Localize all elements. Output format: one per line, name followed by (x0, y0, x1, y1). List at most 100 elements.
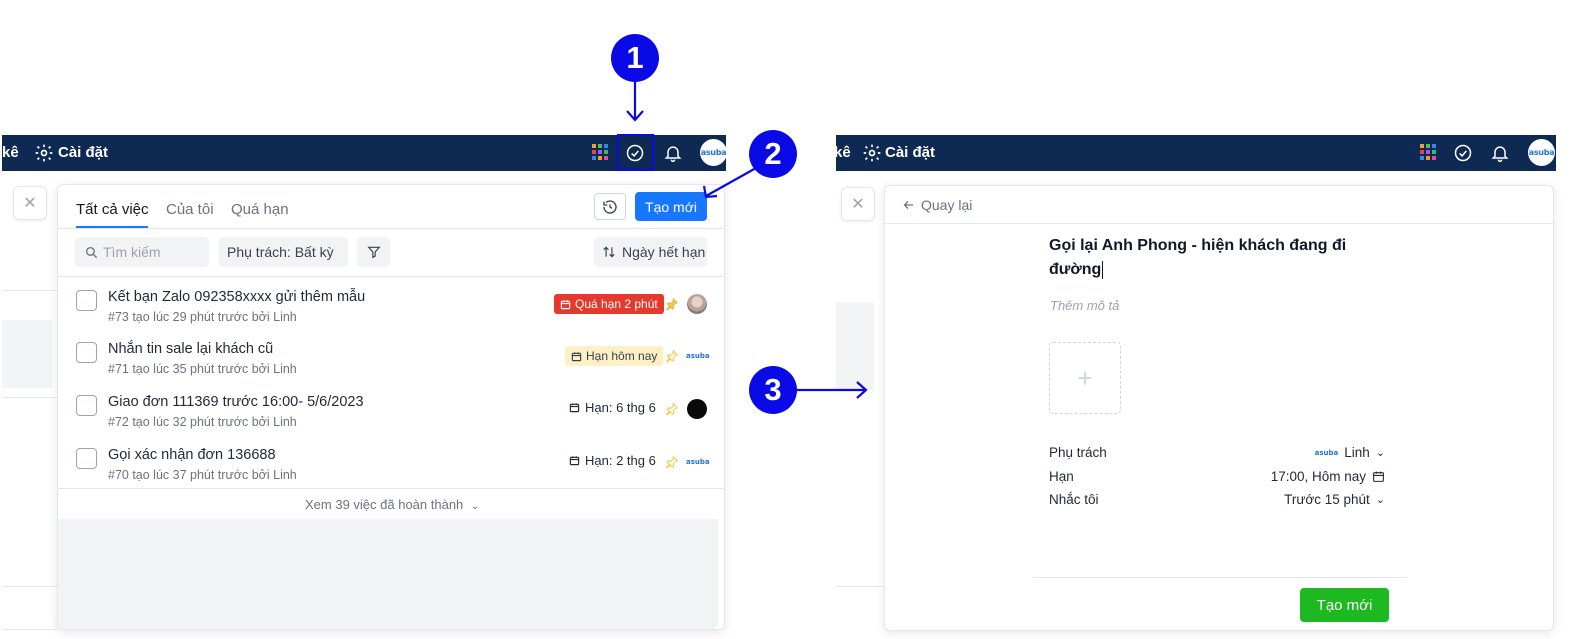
step-marker-1: 1 (611, 34, 659, 82)
task-title[interactable]: Kết bạn Zalo 092358xxxx gửi thêm mẫu (108, 289, 365, 305)
task-panel: Tất cả việc Của tôi Quá hạn Tạo mới Tìm … (57, 184, 725, 630)
bg-card (2, 320, 52, 388)
due-label: Quá hạn 2 phút (575, 297, 658, 311)
task-meta: #70 tạo lúc 37 phút trước bởi Linh (108, 468, 297, 482)
filter-button[interactable] (357, 237, 390, 267)
bg-divider (2, 629, 58, 630)
task-title-input[interactable]: Gọi lại Anh Phong - hiện khách đang đi đ… (1049, 234, 1369, 282)
assignee-select[interactable]: asuba Linh ⌄ (1315, 445, 1385, 460)
assignee-avatar (687, 399, 707, 419)
bell-icon[interactable] (663, 143, 683, 163)
settings-label[interactable]: Cài đặt (885, 135, 935, 171)
task-meta: #71 tạo lúc 35 phút trước bởi Linh (108, 362, 297, 376)
task-row[interactable]: Nhắn tin sale lại khách cũ #71 tạo lúc 3… (58, 333, 724, 385)
create-task-panel: Quay lại Gọi lại Anh Phong - hiện khách … (884, 185, 1554, 631)
nav-partial-label[interactable]: kê (834, 135, 851, 171)
pin-icon[interactable] (665, 455, 679, 469)
task-meta: #73 tạo lúc 29 phút trước bởi Linh (108, 310, 297, 324)
assignee-logo: asuba (1314, 448, 1339, 457)
task-check-icon[interactable] (1453, 143, 1473, 163)
task-row[interactable]: Giao đơn 111369 trước 16:00- 5/6/2023 #7… (58, 386, 724, 438)
completed-tasks-link[interactable]: Xem 39 việc đã hoàn thành ⌄ (305, 497, 479, 512)
task-checkbox[interactable] (76, 448, 97, 469)
history-button[interactable] (594, 193, 626, 220)
filters-divider (58, 276, 724, 277)
back-button[interactable]: Quay lại (903, 197, 972, 213)
task-checkbox[interactable] (76, 342, 97, 363)
due-date[interactable]: Hạn: 2 thg 6 (569, 453, 656, 468)
task-title[interactable]: Giao đơn 111369 trước 16:00- 5/6/2023 (108, 394, 364, 410)
left-screenshot: kê Cài đặt asuba ✕ Tất cả việc Của tôi Q… (0, 0, 797, 639)
tab-mine[interactable]: Của tôi (166, 201, 214, 218)
due-date[interactable]: Hạn: 6 thg 6 (569, 400, 656, 415)
gear-icon[interactable] (34, 143, 54, 163)
sort-label: Ngày hết hạn (622, 244, 706, 260)
apps-grid-icon[interactable] (1420, 144, 1437, 161)
tab-overdue[interactable]: Quá hạn (231, 201, 289, 218)
due-today-badge[interactable]: Hạn hôm nay (565, 346, 664, 366)
task-checkbox[interactable] (76, 395, 97, 416)
footer-divider (1033, 577, 1407, 578)
close-button[interactable]: ✕ (13, 186, 47, 220)
chevron-down-icon: ⌄ (1375, 447, 1385, 459)
tabs-divider (58, 228, 724, 229)
user-avatar[interactable]: asuba (1528, 139, 1555, 166)
list-footer-divider (58, 488, 724, 489)
search-placeholder: Tìm kiếm (103, 244, 161, 260)
text-cursor (1102, 261, 1104, 279)
header-divider (885, 223, 1553, 224)
arrow-down-icon (626, 81, 644, 122)
calendar-icon (560, 299, 571, 309)
right-screenshot: kê Cài đặt asuba ✕ Quay lại Gọi lại Anh … (834, 0, 1556, 639)
overdue-badge[interactable]: Quá hạn 2 phút (554, 294, 664, 314)
reminder-value: Trước 15 phút (1284, 492, 1370, 507)
search-icon (85, 246, 98, 258)
due-label: Hạn: 6 thg 6 (585, 400, 656, 415)
due-value: 17:00, Hôm nay (1270, 469, 1366, 484)
task-title[interactable]: Nhắn tin sale lại khách cũ (108, 341, 273, 357)
chevron-down-icon: ⌄ (470, 501, 480, 512)
task-checkbox[interactable] (76, 290, 97, 311)
task-title[interactable]: Gọi xác nhận đơn 136688 (108, 447, 276, 463)
pin-icon[interactable] (665, 297, 679, 311)
filter-icon (366, 246, 381, 259)
task-title-line: đường (1049, 261, 1102, 278)
sort-button[interactable]: Ngày hết hạn (594, 237, 707, 267)
pin-icon[interactable] (665, 349, 679, 363)
search-box[interactable]: Tìm kiếm (75, 237, 209, 267)
calendar-icon (1373, 471, 1384, 482)
reminder-select[interactable]: Trước 15 phút ⌄ (1284, 492, 1385, 507)
create-task-submit-button[interactable]: Tạo mới (1300, 588, 1389, 622)
due-label: Hạn hôm nay (586, 349, 658, 363)
tab-all-tasks[interactable]: Tất cả việc (76, 201, 149, 218)
apps-grid-icon[interactable] (592, 144, 609, 161)
pin-icon[interactable] (665, 402, 679, 416)
user-avatar[interactable]: asuba (700, 139, 727, 166)
reminder-label: Nhắc tôi (1049, 492, 1099, 507)
add-attachment-button[interactable]: + (1049, 342, 1121, 414)
task-row[interactable]: Kết bạn Zalo 092358xxxx gửi thêm mẫu #73… (58, 281, 724, 333)
completed-link-label: Xem 39 việc đã hoàn thành (305, 497, 464, 512)
assignee-logo: asuba (686, 458, 710, 466)
bg-divider (2, 290, 58, 291)
settings-label[interactable]: Cài đặt (58, 135, 108, 171)
bell-icon[interactable] (1490, 143, 1510, 163)
task-row[interactable]: Gọi xác nhận đơn 136688 #70 tạo lúc 37 p… (58, 439, 724, 491)
gear-icon[interactable] (862, 143, 882, 163)
arrow-right-icon (796, 381, 868, 399)
arrow-back-icon (903, 201, 913, 209)
due-picker[interactable]: 17:00, Hôm nay (1271, 469, 1385, 484)
assignee-filter[interactable]: Phụ trách: Bất kỳ (219, 237, 348, 267)
calendar-icon (569, 456, 580, 466)
bg-card (836, 302, 874, 390)
step-marker-3: 3 (749, 366, 797, 414)
assignee-value: Linh (1344, 445, 1370, 460)
create-task-button[interactable]: Tạo mới (635, 192, 707, 221)
chevron-down-icon: ⌄ (1375, 494, 1385, 506)
description-input[interactable]: Thêm mô tả (1050, 298, 1119, 313)
calendar-icon (571, 351, 582, 361)
bg-divider (2, 586, 58, 587)
close-button[interactable]: ✕ (841, 187, 875, 221)
bg-divider (2, 397, 58, 398)
nav-partial-label[interactable]: kê (2, 135, 19, 171)
